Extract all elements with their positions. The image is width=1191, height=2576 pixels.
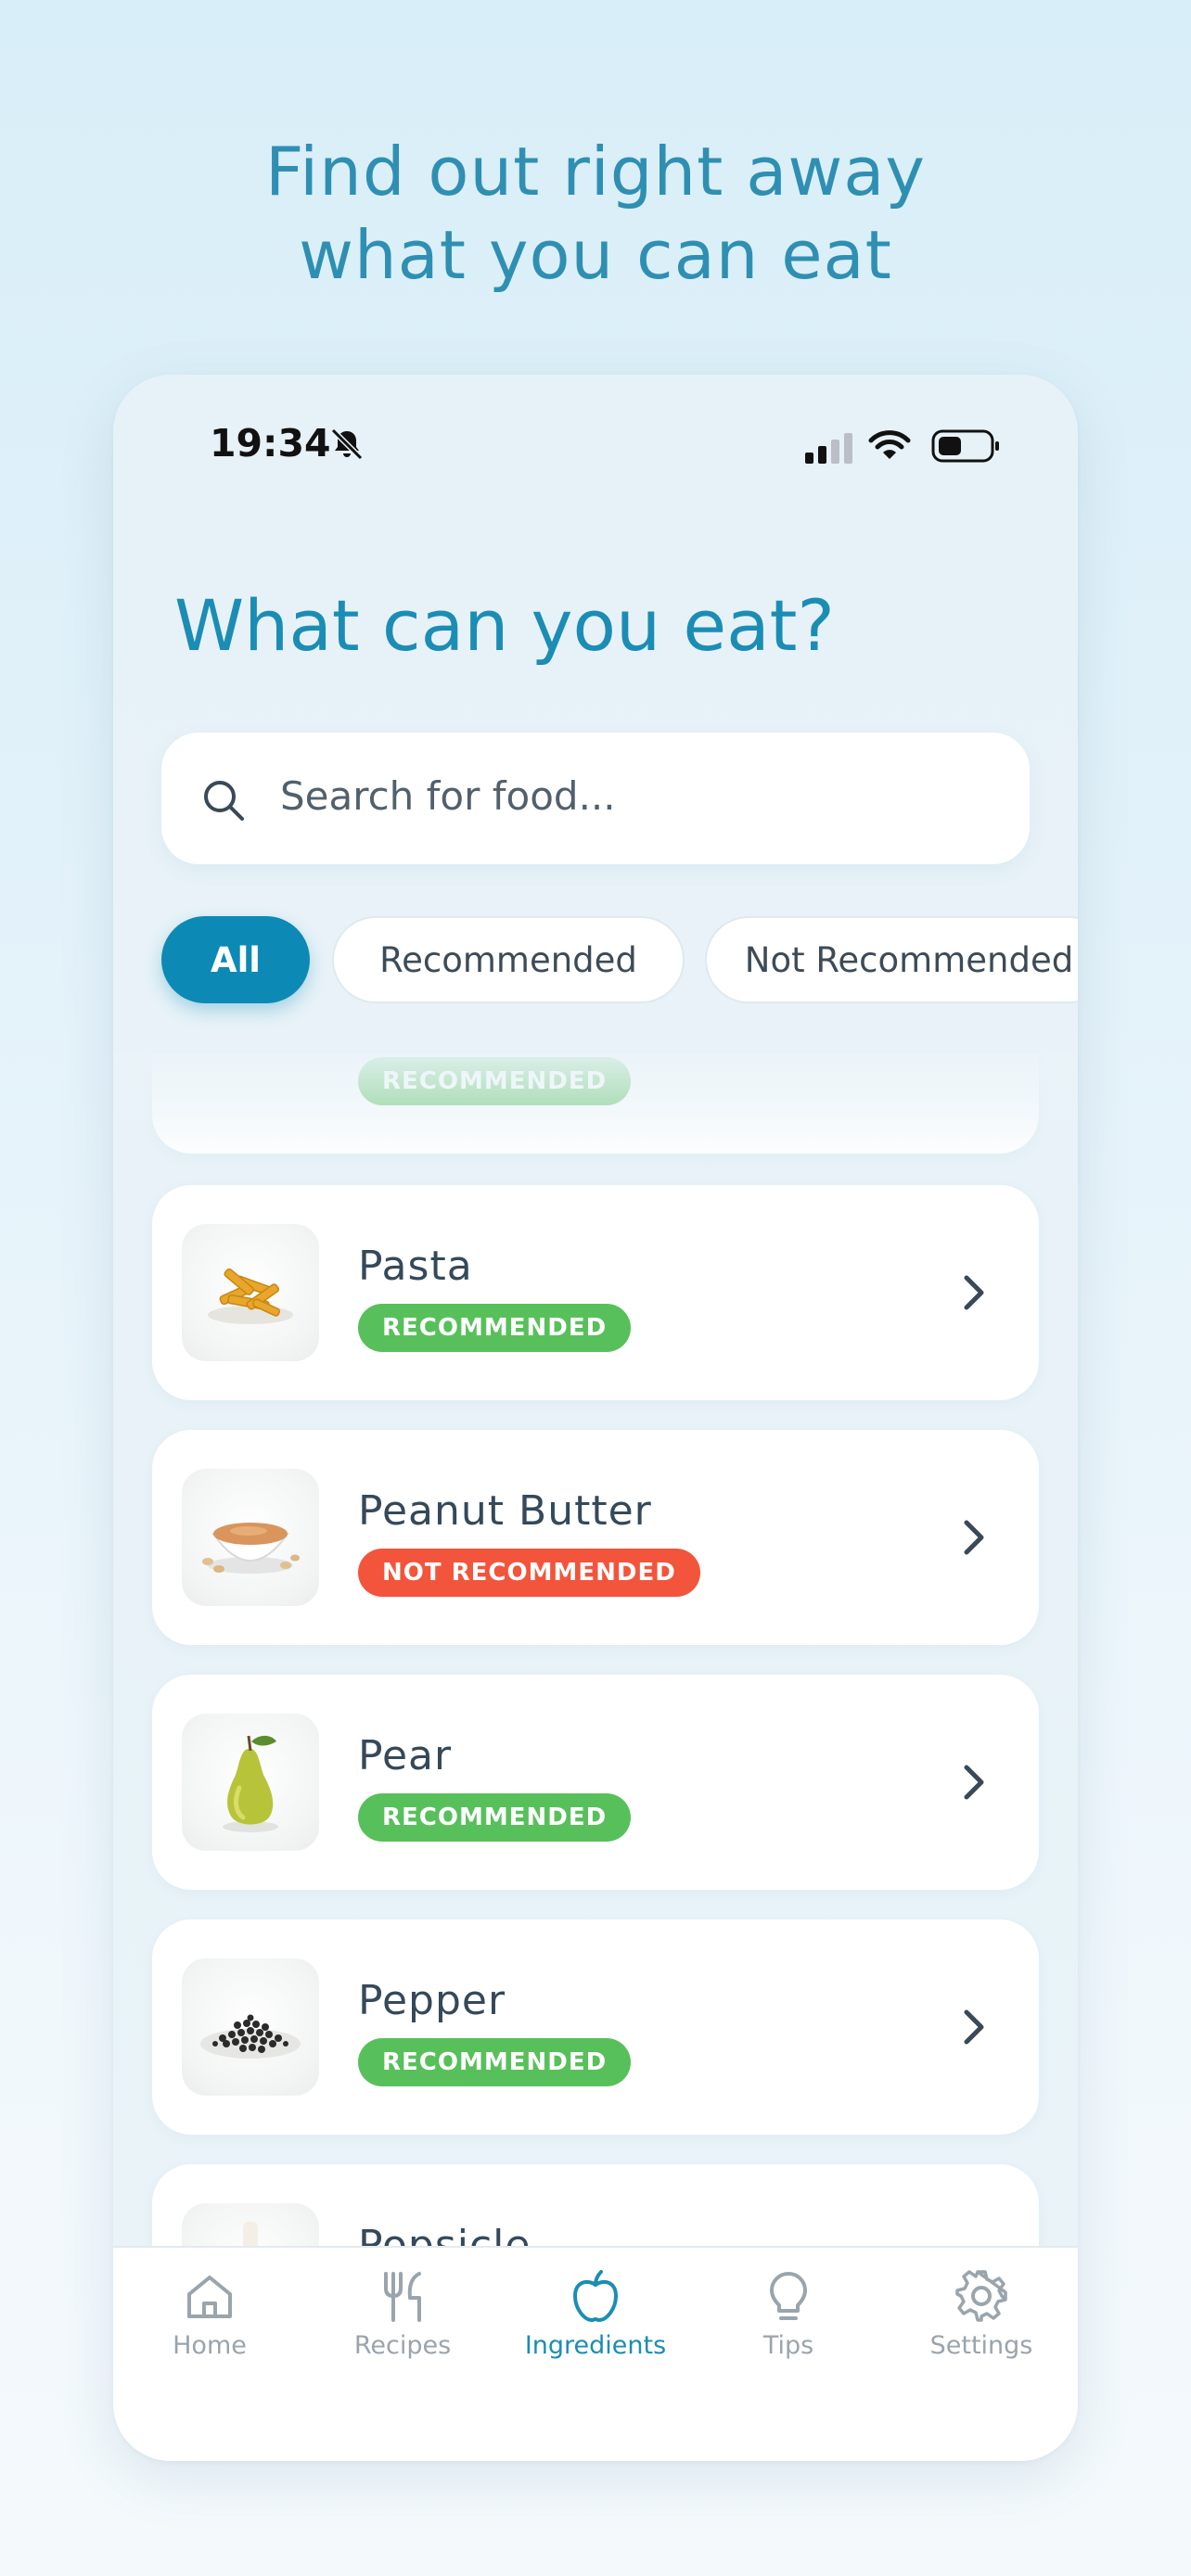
list-item-pasta[interactable]: Pasta RECOMMENDED [152,1185,1039,1400]
status-badge: NOT RECOMMENDED [358,1549,700,1597]
status-badge: RECOMMENDED [358,1057,632,1105]
tab-settings[interactable]: Settings [885,2266,1078,2368]
tab-label: Home [173,2331,247,2360]
status-time: 19:34 [210,421,331,465]
tab-label: Ingredients [524,2331,667,2360]
tab-ingredients[interactable]: Ingredients [499,2266,692,2368]
food-list: RECOMMENDED Pasta RECOMMENDED Peanut But… [113,1053,1078,2246]
peanut-butter-image [182,1469,319,1606]
food-name: Pasta [358,1243,473,1290]
signal-icon [805,433,852,464]
lightbulb-icon [770,2272,807,2320]
tab-home[interactable]: Home [113,2266,306,2368]
headline-line-1: Find out right away [265,133,926,210]
food-name: Pear [358,1732,453,1779]
fork-knife-icon [384,2272,421,2322]
food-name: Pepper [358,1977,506,2024]
tab-tips[interactable]: Tips [692,2266,885,2368]
tab-recipes[interactable]: Recipes [306,2266,499,2368]
pepper-image [182,1958,319,2096]
home-icon [187,2276,232,2318]
status-badge: RECOMMENDED [358,1304,632,1352]
page-title: What can you eat? [174,584,835,667]
food-name: Peanut Butter [358,1487,652,1535]
chevron-right-icon [964,1520,984,1555]
list-item-pear[interactable]: Pear RECOMMENDED [152,1675,1039,1890]
chevron-right-icon [964,1765,984,1800]
pear-image [182,1714,319,1851]
wifi-icon [868,430,911,459]
pasta-image [182,1224,319,1361]
filter-chip-recommended[interactable]: Recommended [332,916,685,1003]
list-item-pepper[interactable]: Pepper RECOMMENDED [152,1919,1039,2135]
apple-icon [573,2270,618,2322]
search-placeholder: Search for food... [280,773,616,819]
headline-line-2: what you can eat [299,216,892,294]
status-badge: RECOMMENDED [358,1793,632,1842]
chevron-right-icon [964,1275,984,1310]
tab-label: Recipes [353,2331,452,2360]
phone-screen: 19:34 What can you eat? Search for food.… [113,375,1078,2461]
popsicle-image [182,2203,319,2246]
food-name: Popsicle [358,2222,531,2246]
list-item-peanut-butter[interactable]: Peanut Butter NOT RECOMMENDED [152,1430,1039,1645]
battery-icon [931,429,999,463]
filter-chip-not-recommended[interactable]: Not Recommended [705,916,1078,1003]
search-icon [204,781,244,821]
tab-bar: Home Recipes Ingredients Tips Settings [113,2246,1078,2461]
list-item-partial[interactable]: RECOMMENDED [152,1053,1039,1154]
tab-label: Settings [929,2331,1033,2360]
marketing-headline: Find out right away what you can eat [0,130,1191,297]
gear-icon [955,2270,1007,2322]
status-badge: RECOMMENDED [358,2038,632,2086]
filter-chip-all[interactable]: All [161,916,310,1003]
tab-label: Tips [762,2331,814,2360]
chevron-right-icon [964,2009,984,2045]
search-input[interactable]: Search for food... [161,733,1030,864]
bell-muted-icon [330,427,364,461]
list-item-popsicle[interactable]: Popsicle [152,2164,1039,2246]
